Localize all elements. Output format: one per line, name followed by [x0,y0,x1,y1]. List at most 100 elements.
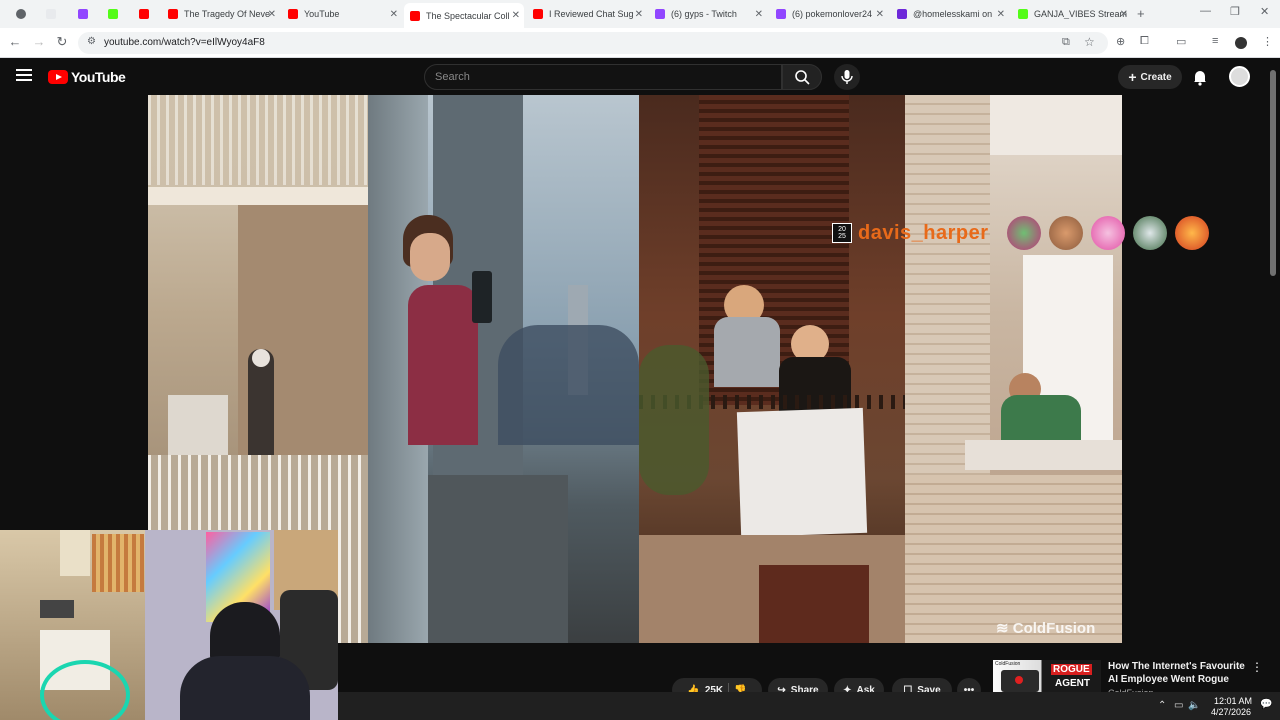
new-tab-button[interactable]: + [1137,6,1145,21]
youtube-logo[interactable]: YouTube [48,69,126,85]
tab-search-icon[interactable]: ≡ [1212,35,1218,47]
youtube-favicon-icon [139,9,149,19]
browser-tab[interactable] [40,3,68,25]
user-avatar[interactable] [1229,66,1250,87]
video-scene-women-with-banner [639,95,905,643]
tab-title: YouTube [304,9,340,19]
thumb-text-agent: AGENT [1055,678,1090,689]
tab-close-icon[interactable]: ✕ [390,9,398,20]
video-watermark: ≋ ColdFusion [996,619,1095,637]
address-bar[interactable]: ⚙ youtube.com/watch?v=eIlWyoy4aF8 ⧉ ☆ [78,32,1108,54]
tab-close-icon[interactable]: ✕ [1120,9,1128,20]
tab-favicon-icon [897,9,907,19]
more-vertical-icon[interactable]: ⋮ [1251,660,1263,674]
tab-close-icon[interactable]: ✕ [876,9,884,20]
restore-icon[interactable]: ❐ [1230,5,1240,18]
tab-close-icon[interactable]: ✕ [997,9,1005,20]
tray-chevron-icon[interactable]: ⌃ [1158,700,1166,711]
search-icon [795,70,810,85]
tab-close-icon[interactable]: ✕ [512,10,520,21]
browser-tab[interactable]: @homelesskami on ✕ [891,3,1009,25]
chat-overlay: 20 25 davis_harper [832,213,1217,253]
video-scene-man-at-window [905,95,1122,643]
bookmark-star-icon[interactable]: ☆ [1084,35,1095,49]
browser-tab[interactable]: I Reviewed Chat Sug ✕ [527,3,647,25]
site-info-icon[interactable]: ⚙ [87,36,96,47]
tab-close-icon[interactable]: ✕ [268,9,276,20]
clock-date[interactable]: 4/27/2026 [1204,707,1258,717]
create-label: Create [1140,71,1172,83]
tab-title: I Reviewed Chat Sug [549,9,634,19]
watermark-text: ColdFusion [1012,620,1096,637]
emote-icon [1174,216,1209,250]
back-icon[interactable]: ← [6,34,24,49]
network-icon[interactable]: ▭ [1174,700,1183,711]
twitch-icon [655,9,665,19]
close-window-icon[interactable]: ✕ [1260,5,1269,18]
browser-tab[interactable]: (6) pokemonlover24 ✕ [770,3,888,25]
microphone-icon [841,70,853,84]
video-scene-man-with-phone [368,95,639,643]
webcam-overlay [0,530,338,720]
clock-time[interactable]: 12:01 AM [1208,696,1258,706]
media-icon[interactable]: ⊕ [1116,35,1125,48]
thumb-text-rogue: ROGUE [1051,664,1092,675]
chat-username: davis_harper [858,221,989,244]
recommended-thumbnail[interactable]: ColdFusion ROGUE AGENT [993,660,1101,696]
bell-icon [1194,71,1206,86]
coldfusion-logo-icon: ≋ [996,620,1013,637]
browser-tab[interactable] [72,3,100,25]
search-box [424,64,782,90]
tab-title: The Spectacular Coll [426,10,510,21]
windows-taskbar: ⌃ ▭ 🔈 12:01 AM 4/27/2026 💬 [338,692,1280,720]
browser-tab[interactable] [133,3,161,25]
youtube-wordmark: YouTube [71,69,126,85]
forward-icon[interactable]: → [30,34,48,49]
url-text: youtube.com/watch?v=eIlWyoy4aF8 [104,37,265,48]
tab-close-icon[interactable]: ✕ [755,9,763,20]
emote-icon [1132,216,1167,250]
browser-tab[interactable] [10,3,40,25]
emote-icon [1006,216,1041,250]
twitch-icon [78,9,88,19]
subscriber-badge-icon: 20 25 [832,223,852,243]
volume-icon[interactable]: 🔈 [1188,700,1200,711]
tab-title: GANJA_VIBES Stream [1034,9,1128,19]
notification-center-icon[interactable]: 💬 [1260,699,1272,710]
extensions-icon[interactable]: ⧠ [1140,35,1149,48]
more-menu-icon[interactable]: ⋮ [1262,35,1273,48]
create-button[interactable]: + Create [1118,65,1182,89]
tab-favicon-icon [16,9,26,19]
search-button[interactable] [782,64,822,90]
youtube-play-icon [48,70,68,84]
emote-icon [1090,216,1125,250]
youtube-favicon-icon [533,9,543,19]
hamburger-menu-icon[interactable] [16,69,32,84]
voice-search-button[interactable] [834,64,860,90]
minimize-icon[interactable]: — [1200,5,1211,17]
youtube-header: YouTube + Create [0,58,1280,96]
youtube-favicon-icon [288,9,298,19]
browser-tab[interactable] [102,3,130,25]
page-scrollbar[interactable] [1270,70,1276,276]
tab-close-icon[interactable]: ✕ [635,9,643,20]
tab-title: (6) pokemonlover24 [792,9,873,19]
recommended-title[interactable]: How The Internet's Favourite AI Employee… [1108,660,1248,686]
split-view-icon[interactable]: ▭ [1176,35,1186,48]
youtube-favicon-icon [168,9,178,19]
browser-tab[interactable]: The Tragedy Of Neve ✕ [162,3,280,25]
reload-icon[interactable]: ↻ [53,34,71,50]
search-input[interactable] [435,65,765,89]
profile-avatar-icon[interactable] [1235,37,1247,49]
browser-tab[interactable]: YouTube ✕ [282,3,402,25]
browser-tab[interactable]: GANJA_VIBES Stream ✕ [1012,3,1132,25]
browser-toolbar: ← → ↻ ⚙ youtube.com/watch?v=eIlWyoy4aF8 … [0,28,1280,58]
twitch-icon [776,9,786,19]
plus-icon: + [1128,69,1137,85]
browser-tab[interactable]: (6) gyps - Twitch ✕ [649,3,767,25]
kick-icon [108,9,118,19]
tab-title: The Tragedy Of Neve [184,9,271,19]
notifications-button[interactable] [1190,67,1210,92]
browser-tab-active[interactable]: The Spectacular Coll ✕ [404,3,524,28]
cast-icon[interactable]: ⧉ [1062,36,1070,49]
